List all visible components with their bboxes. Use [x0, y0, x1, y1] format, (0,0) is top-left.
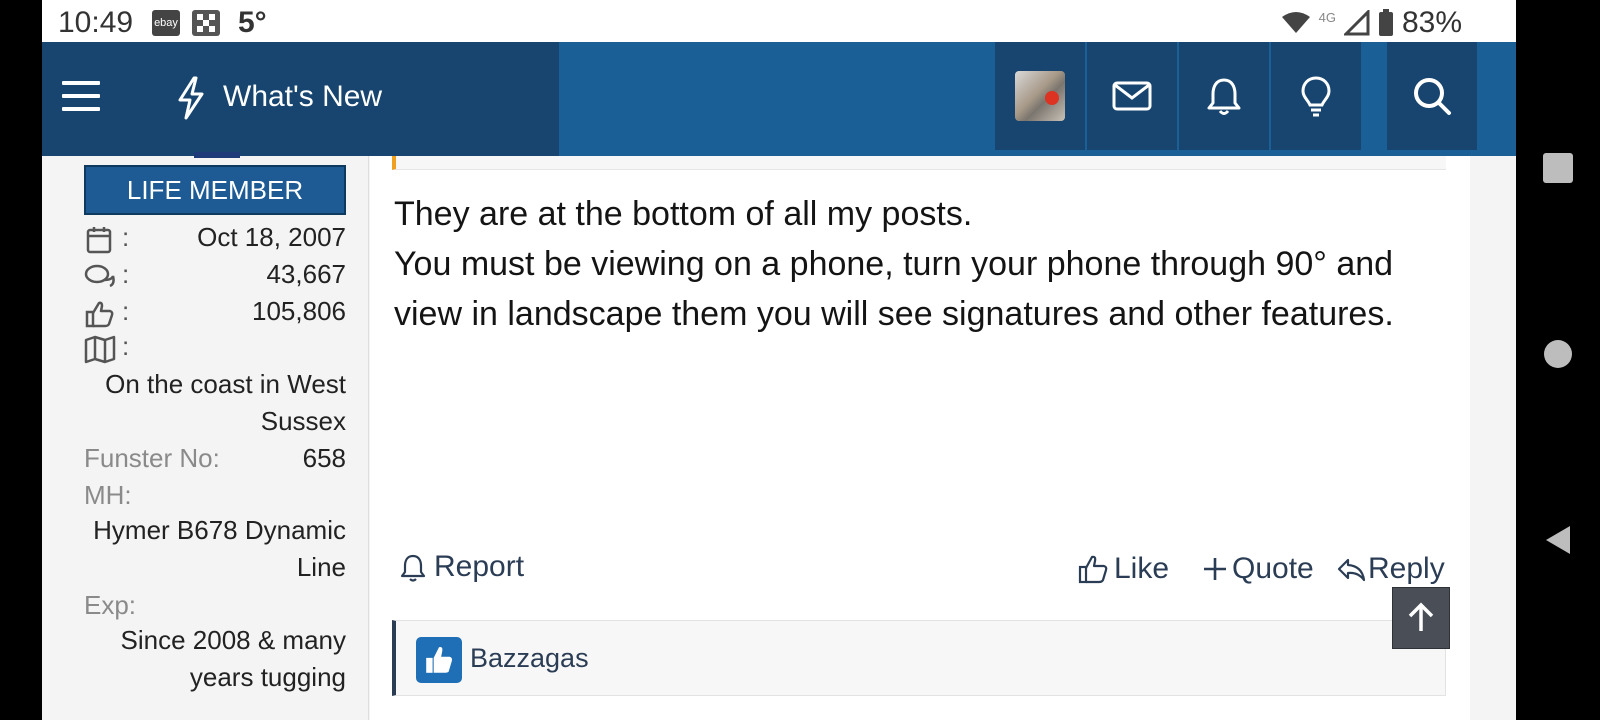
- exp-label: Exp:: [84, 590, 137, 620]
- back-button[interactable]: [1542, 524, 1574, 556]
- account-button[interactable]: [995, 42, 1085, 150]
- reactions-stat: : 105,806: [84, 296, 346, 332]
- search-button[interactable]: [1387, 42, 1477, 150]
- inbox-button[interactable]: [1087, 42, 1177, 150]
- recents-button[interactable]: [1542, 152, 1574, 184]
- reply-button[interactable]: Reply: [1336, 552, 1445, 586]
- reaction-user[interactable]: Bazzagas: [470, 643, 589, 674]
- ebay-app-icon: ebay: [152, 10, 180, 36]
- map-icon: [84, 335, 116, 364]
- avatar-bottom-edge: [194, 152, 240, 158]
- member-badge: LIFE MEMBER: [84, 165, 346, 215]
- status-bar: 10:49 ebay 5° 4G 83%: [42, 0, 1516, 42]
- help-button[interactable]: [1271, 42, 1361, 150]
- post-body: They are at the bottom of all my posts. …: [370, 156, 1470, 720]
- bell-icon: [400, 554, 426, 582]
- battery-icon: [1378, 9, 1393, 36]
- post-line-1: They are at the bottom of all my posts.: [394, 195, 973, 233]
- messages-icon: [84, 264, 115, 288]
- system-indicators: 4G 83%: [1281, 6, 1462, 40]
- scroll-to-top-button[interactable]: [1392, 587, 1450, 649]
- location-value: On the coast in West Sussex: [105, 369, 346, 436]
- report-button[interactable]: Report: [398, 550, 524, 584]
- signal-icon: [1343, 10, 1370, 36]
- post-message: They are at the bottom of all my posts. …: [394, 189, 1460, 339]
- message-count: 43,667: [266, 259, 346, 289]
- arrow-up-icon: [1408, 602, 1434, 631]
- funster-number: 658: [302, 443, 346, 473]
- thread-content: LIFE MEMBER : Oct 18, 2007 : 43,667 : 10…: [42, 152, 1516, 720]
- user-info-sidebar: LIFE MEMBER : Oct 18, 2007 : 43,667 : 10…: [62, 152, 369, 720]
- lightbulb-icon: [1301, 76, 1331, 117]
- lightning-icon: [178, 76, 204, 120]
- like-reaction-icon: [416, 637, 462, 683]
- app-header: What's New: [42, 42, 1516, 156]
- mh-value: Hymer B678 Dynamic Line: [93, 515, 346, 582]
- joined-stat: : Oct 18, 2007: [84, 222, 346, 258]
- thumbs-up-icon: [85, 301, 114, 328]
- plus-icon: [1204, 558, 1226, 580]
- battery-level: 83%: [1401, 6, 1462, 39]
- alerts-button[interactable]: [1179, 42, 1269, 150]
- page-title[interactable]: What's New: [223, 80, 382, 114]
- like-button[interactable]: Like: [1078, 552, 1169, 586]
- android-nav-bar: [1516, 0, 1600, 720]
- messages-stat: : 43,667: [84, 259, 346, 295]
- quote-button[interactable]: Quote: [1200, 552, 1314, 586]
- hamburger-menu-icon[interactable]: [62, 81, 100, 115]
- network-type: 4G: [1318, 9, 1336, 25]
- avatar: [1015, 71, 1065, 121]
- envelope-icon: [1112, 81, 1152, 111]
- search-icon: [1414, 78, 1451, 115]
- weather-temperature: 5°: [238, 6, 267, 39]
- funster-label: Funster No:: [84, 443, 220, 473]
- quote-block-end: [392, 156, 1446, 170]
- post-line-2: You must be viewing on a phone, turn you…: [394, 245, 1394, 333]
- thumbs-up-icon: [1078, 555, 1108, 584]
- exp-value: Since 2008 & many years tugging: [120, 625, 346, 692]
- bell-icon: [1207, 78, 1241, 115]
- location-stat: :: [84, 331, 346, 367]
- clock: 10:49: [58, 6, 134, 39]
- mh-label: MH:: [84, 480, 132, 510]
- wifi-icon: [1281, 12, 1310, 33]
- reply-icon: [1337, 558, 1366, 582]
- joined-date: Oct 18, 2007: [197, 222, 346, 252]
- reactions-bar[interactable]: Bazzagas: [392, 620, 1446, 696]
- app-notification-icon: [192, 10, 220, 36]
- reaction-score: 105,806: [252, 296, 346, 326]
- home-button[interactable]: [1542, 338, 1574, 370]
- calendar-icon: [86, 227, 112, 254]
